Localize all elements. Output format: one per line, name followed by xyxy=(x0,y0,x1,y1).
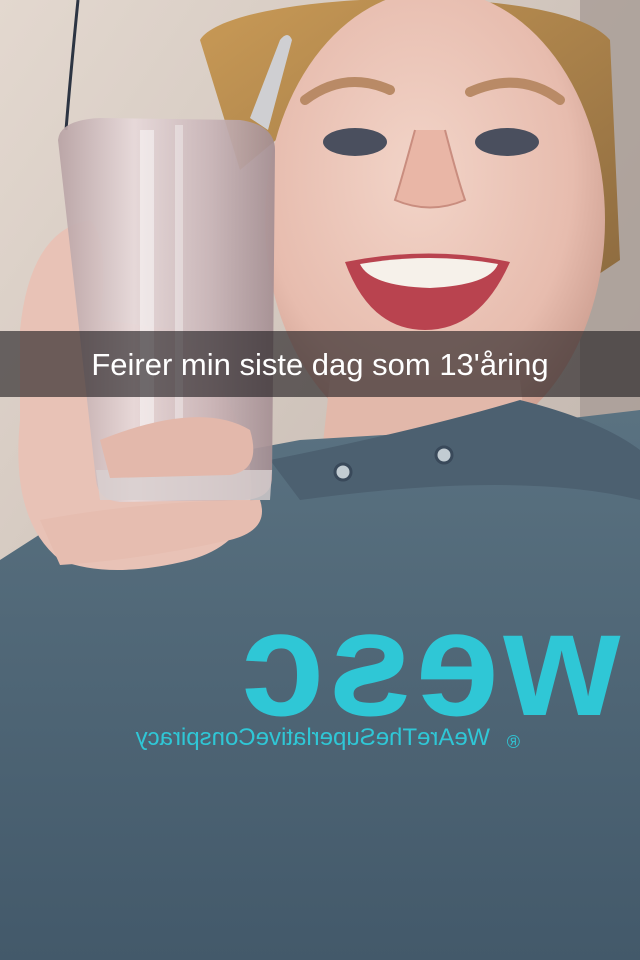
right-eye xyxy=(475,128,539,156)
snap-caption-text: Feirer min siste dag som 13'åring xyxy=(91,346,549,382)
hoodie-mark-text: ® xyxy=(507,732,520,752)
glass-highlight xyxy=(140,130,154,460)
drawstring-eyelet-right xyxy=(434,445,454,465)
hoodie-tagline-text: WeAreTheSuperlativeConspiracy xyxy=(136,724,490,751)
snap-caption-bar[interactable]: Feirer min siste dag som 13'åring xyxy=(0,331,640,397)
left-eye xyxy=(323,128,387,156)
selfie-photo: wesc WeAreTheSuperlativeConspiracy ® xyxy=(0,0,640,960)
hoodie-logo-text: wesc xyxy=(237,579,621,747)
drawstring-eyelet-left xyxy=(333,462,353,482)
